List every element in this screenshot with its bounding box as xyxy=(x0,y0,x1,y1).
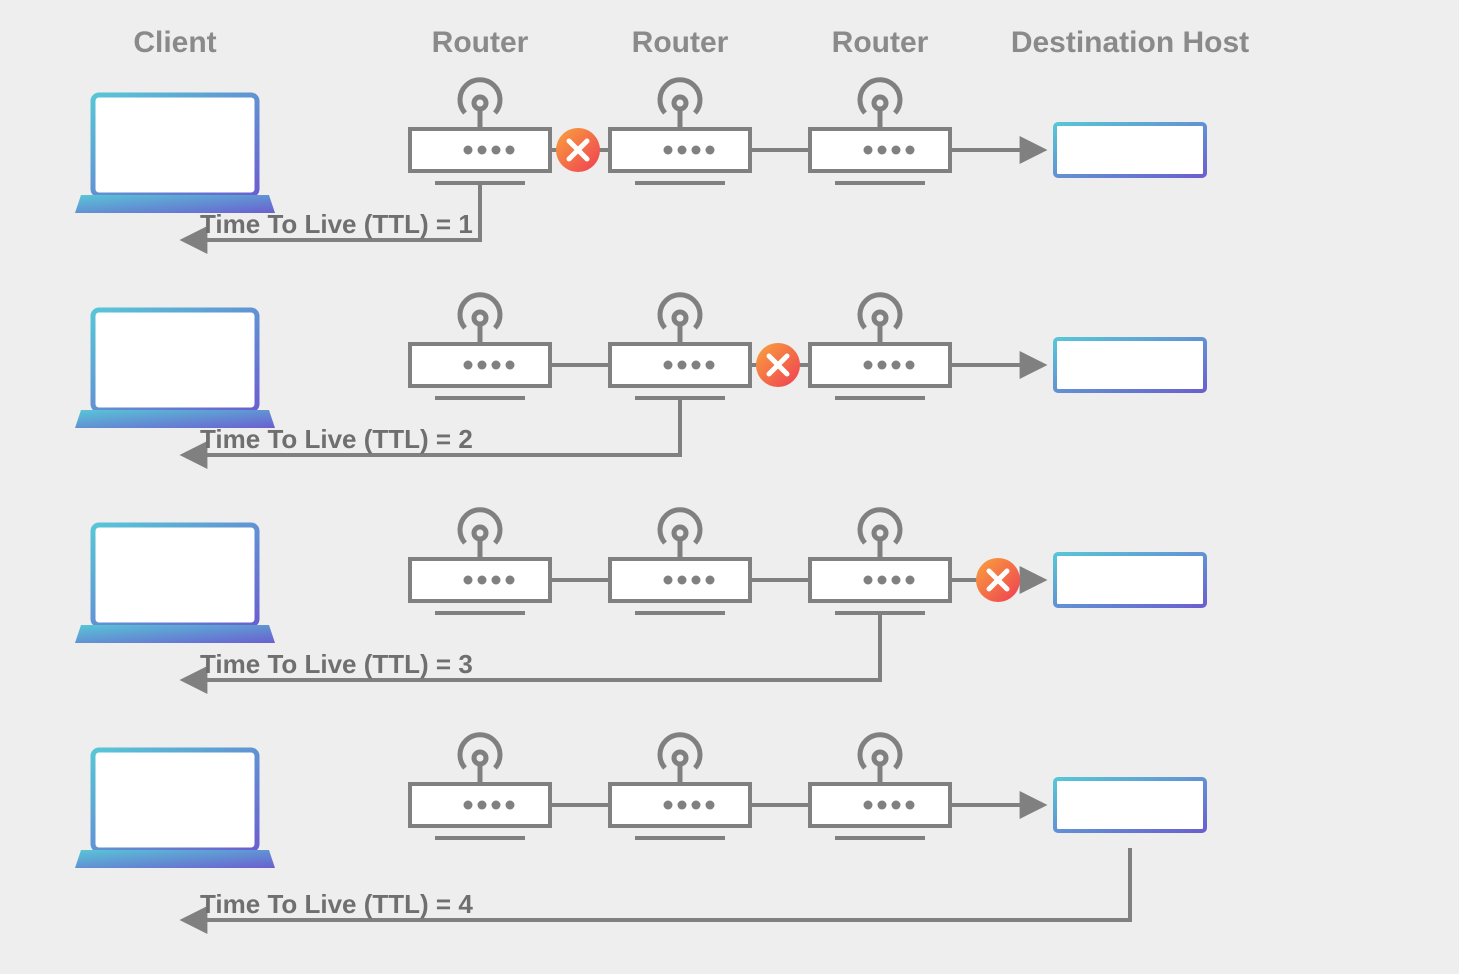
block-x-icon xyxy=(976,558,1020,602)
server-icon xyxy=(1055,554,1205,618)
server-icon xyxy=(1055,339,1205,403)
header-router-2: Router xyxy=(632,26,729,59)
server-icon xyxy=(1055,779,1205,843)
header-destination: Destination Host xyxy=(1011,26,1249,59)
header-router-3: Router xyxy=(832,26,929,59)
router-icon xyxy=(410,510,550,613)
router-icon xyxy=(410,295,550,398)
router-icon xyxy=(810,295,950,398)
diagram-canvas: Client Router Router Router Destination … xyxy=(0,0,1459,974)
router-icon xyxy=(810,510,950,613)
header-router-1: Router xyxy=(432,26,529,59)
client-laptop-icon xyxy=(75,310,275,428)
router-icon xyxy=(810,80,950,183)
block-x-icon xyxy=(756,343,800,387)
client-laptop-icon xyxy=(75,525,275,643)
ttl-label: Time To Live (TTL) = 4 xyxy=(200,889,473,919)
router-icon xyxy=(610,295,750,398)
router-icon xyxy=(610,510,750,613)
router-icon xyxy=(810,735,950,838)
header-client: Client xyxy=(133,26,216,59)
client-laptop-icon xyxy=(75,750,275,868)
ttl-label: Time To Live (TTL) = 1 xyxy=(200,209,473,239)
router-icon xyxy=(610,735,750,838)
ttl-label: Time To Live (TTL) = 2 xyxy=(200,424,473,454)
row-ttl-4: Time To Live (TTL) = 4 xyxy=(75,735,1205,920)
row-ttl-1: Time To Live (TTL) = 1 xyxy=(75,80,1205,240)
ttl-label: Time To Live (TTL) = 3 xyxy=(200,649,473,679)
row-ttl-3: Time To Live (TTL) = 3 xyxy=(75,510,1205,680)
diagram-svg: Client Router Router Router Destination … xyxy=(0,0,1459,974)
block-x-icon xyxy=(556,128,600,172)
router-icon xyxy=(410,80,550,183)
router-icon xyxy=(610,80,750,183)
row-ttl-2: Time To Live (TTL) = 2 xyxy=(75,295,1205,455)
router-icon xyxy=(410,735,550,838)
server-icon xyxy=(1055,124,1205,188)
client-laptop-icon xyxy=(75,95,275,213)
